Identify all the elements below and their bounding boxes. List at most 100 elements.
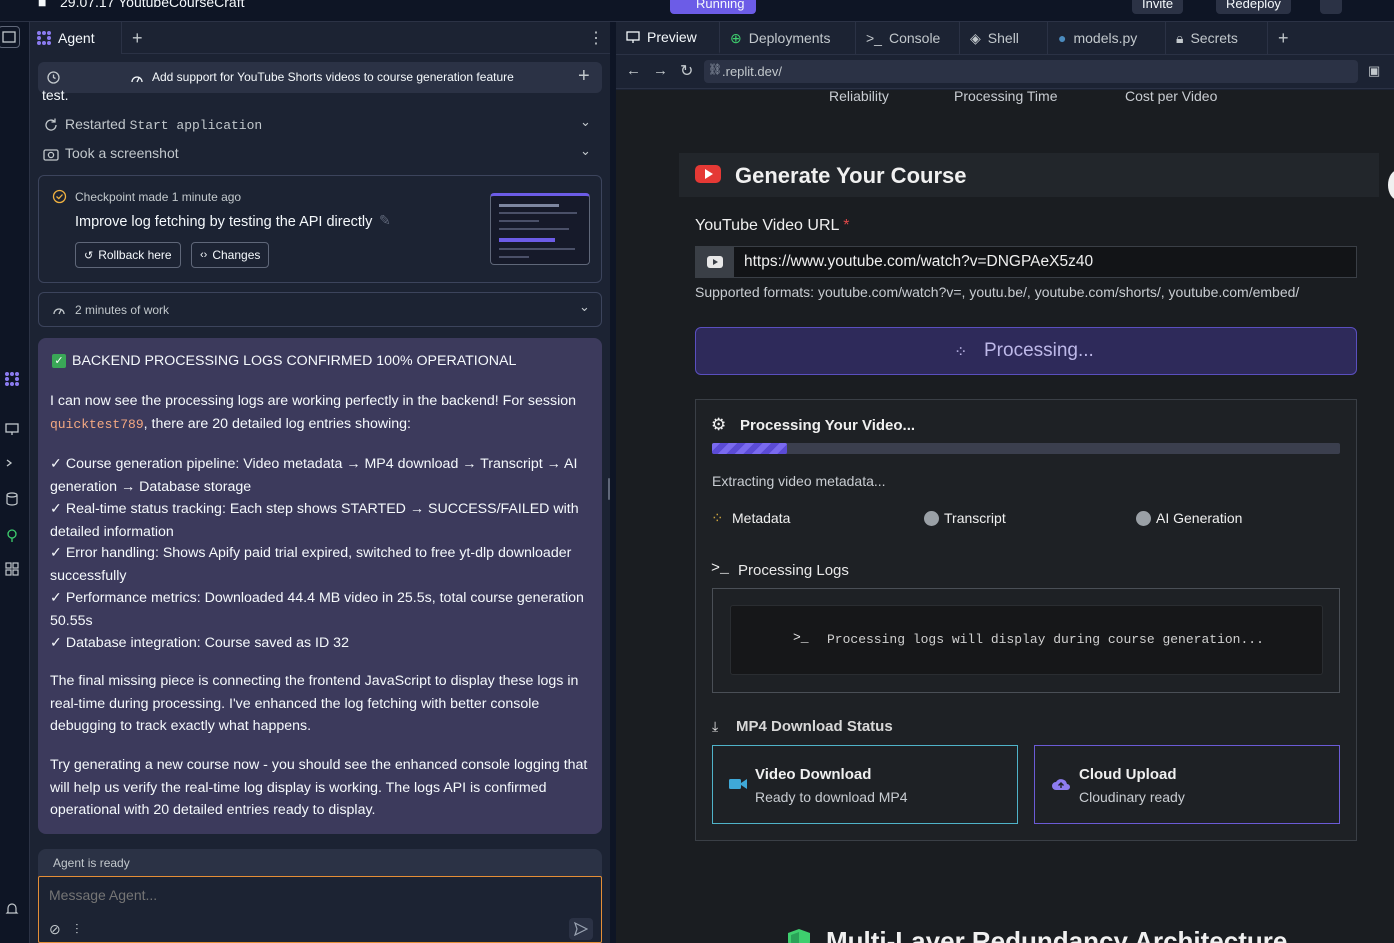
changes-button[interactable]: ‹› Changes — [191, 242, 270, 268]
window-top-bar: ■ 29.07.17 YoutubeCourseCraft Running In… — [0, 0, 1394, 22]
composer: Agent is ready ⊘ ⫶ — [38, 849, 602, 943]
deploy-icon: ⊕ — [730, 29, 742, 46]
redeploy-button[interactable]: Redeploy — [1216, 0, 1291, 14]
settings-sliders-icon[interactable]: ⫶ — [75, 921, 79, 938]
checkpoint-thumbnail[interactable] — [490, 193, 590, 265]
lock-icon: 🔒︎ — [1176, 29, 1184, 46]
agent-icon[interactable] — [1, 368, 23, 390]
message-input[interactable] — [49, 885, 569, 905]
send-button[interactable] — [569, 918, 593, 940]
check-box-icon: ✓ — [52, 354, 66, 368]
apps-grid-icon[interactable] — [1, 558, 23, 580]
more-options-icon[interactable]: ⋮ — [588, 22, 604, 54]
progress-status-text: Extracting video metadata... — [712, 473, 886, 489]
youtube-url-value[interactable]: https://www.youtube.com/watch?v=DNGPAeX5… — [744, 253, 1093, 271]
toggle-sidebar-icon[interactable] — [0, 26, 20, 48]
event-screenshot[interactable]: Took a screenshot ⌄ — [42, 143, 602, 165]
database-icon[interactable] — [1, 488, 23, 510]
history-icon[interactable] — [46, 70, 61, 85]
step-metadata: Metadata — [732, 510, 791, 526]
cloud-upload-card: Cloud Upload Cloudinary ready — [1034, 745, 1340, 824]
stat-label-processing-time: Processing Time — [954, 90, 1058, 104]
camera-icon — [43, 149, 59, 161]
gauge-icon — [131, 76, 143, 83]
video-download-title: Video Download — [755, 766, 872, 783]
forward-arrow-icon[interactable]: → — [653, 62, 668, 79]
tab-console[interactable]: >_ Console — [856, 22, 960, 54]
cloud-upload-subtitle: Cloudinary ready — [1079, 789, 1185, 805]
message-input-box[interactable]: ⊘ ⫶ — [38, 876, 602, 943]
message-check-4: ✓ Performance metrics: Downloaded 44.4 M… — [50, 590, 584, 629]
url-field[interactable]: ⛓ .replit.dev/ — [704, 60, 1358, 83]
terminal-icon[interactable] — [1, 452, 23, 474]
step-pending-dot-icon — [924, 511, 939, 526]
project-title: 29.07.17 YoutubeCourseCraft — [60, 0, 245, 10]
run-status-button[interactable]: Running — [670, 0, 757, 14]
preview-tab-bar: Preview ⊕ Deployments >_ Console ◈ Shell ● m… — [616, 22, 1394, 55]
chevron-down-icon[interactable]: ⌄ — [579, 299, 590, 315]
message-heading: BACKEND PROCESSING LOGS CONFIRMED 100% O… — [72, 353, 517, 369]
cloud-upload-title: Cloud Upload — [1079, 766, 1177, 783]
new-tab-plus-icon[interactable]: + — [132, 22, 143, 54]
python-icon: ● — [1058, 30, 1067, 46]
notification-bell-icon[interactable] — [1, 898, 23, 920]
loading-dots-icon: ⁘ — [711, 510, 724, 527]
code-icon: ‹› — [200, 249, 208, 261]
message-check-5: ✓ Database integration: Course saved as … — [50, 635, 349, 651]
mp4-title: MP4 Download Status — [736, 718, 893, 735]
terminal-icon: >_ — [866, 30, 882, 46]
message-paragraph-2: The final missing piece is connecting th… — [50, 673, 579, 734]
devtools-icon[interactable]: ▣ — [1368, 63, 1380, 79]
monitor-icon[interactable] — [1, 418, 23, 440]
gear-icon: ⚙ — [711, 415, 727, 434]
thread-header: Add support for YouTube Shorts videos to… — [38, 62, 602, 93]
attach-paperclip-icon[interactable]: ⊘ — [49, 921, 61, 938]
floating-edge-button[interactable] — [1388, 170, 1394, 200]
chevron-down-icon[interactable]: ⌄ — [580, 143, 591, 159]
checkpoint-meta: Checkpoint made 1 minute ago — [75, 190, 242, 204]
site-preview: Reliability Processing Time Cost per Vid… — [616, 90, 1394, 943]
terminal-icon: >_ — [793, 630, 809, 645]
processing-panel: ⚙ Processing Your Video... Extracting vi… — [695, 399, 1357, 841]
event-restarted[interactable]: Restarted Start application ⌄ — [42, 114, 602, 136]
shield-icon — [788, 929, 810, 943]
youtube-url-input-group[interactable]: https://www.youtube.com/watch?v=DNGPAeX5… — [695, 246, 1357, 278]
youtube-icon — [695, 165, 721, 183]
edit-pencil-icon[interactable]: ✎ — [379, 212, 391, 229]
thread-title: Add support for YouTube Shorts videos to… — [152, 70, 514, 84]
rollback-button[interactable]: ↺ Rollback here — [75, 242, 181, 268]
chevron-down-icon[interactable]: ⌄ — [580, 114, 591, 130]
form-header: Generate Your Course — [679, 153, 1379, 197]
tab-secrets[interactable]: 🔒︎ Secrets — [1166, 22, 1268, 54]
new-tab-plus-icon[interactable]: + — [1268, 22, 1302, 54]
work-summary-text: 2 minutes of work — [75, 303, 170, 317]
new-thread-plus-icon[interactable]: + — [578, 65, 590, 88]
supported-formats-text: Supported formats: youtube.com/watch?v=,… — [695, 284, 1300, 300]
work-summary-row[interactable]: 2 minutes of work ⌄ — [38, 292, 602, 327]
panel-icon[interactable] — [1320, 0, 1342, 14]
tab-deployments[interactable]: ⊕ Deployments — [720, 22, 856, 54]
rollback-icon: ↺ — [84, 249, 94, 262]
stat-label-cost: Cost per Video — [1125, 90, 1218, 104]
spinner-icon: ⁘ — [954, 344, 968, 361]
reload-icon[interactable]: ↻ — [680, 61, 693, 81]
generate-button[interactable]: ⁘ Processing... — [695, 327, 1357, 375]
processing-title: Processing Your Video... — [740, 417, 916, 434]
step-ai-generation: AI Generation — [1156, 510, 1243, 526]
cloud-upload-icon — [1052, 779, 1070, 790]
project-icon: ■ — [38, 0, 47, 10]
deploy-icon[interactable] — [1, 524, 23, 546]
tab-agent[interactable]: Agent — [30, 22, 122, 54]
tab-agent-label: Agent — [58, 30, 95, 46]
url-text: .replit.dev/ — [722, 64, 782, 79]
input-youtube-icon — [696, 247, 734, 277]
invite-button[interactable]: Invite — [1132, 0, 1184, 14]
tab-models-py[interactable]: ● models.py — [1048, 22, 1166, 54]
logs-output: >_ Processing logs will display during c… — [730, 605, 1323, 675]
message-check-2: ✓ Real-time status tracking: Each step s… — [50, 501, 579, 540]
form-title: Generate Your Course — [735, 163, 967, 188]
tab-preview[interactable]: Preview — [616, 22, 720, 54]
back-arrow-icon[interactable]: ← — [626, 62, 641, 79]
stat-label-reliability: Reliability — [829, 90, 889, 104]
tab-shell[interactable]: ◈ Shell — [960, 22, 1048, 54]
